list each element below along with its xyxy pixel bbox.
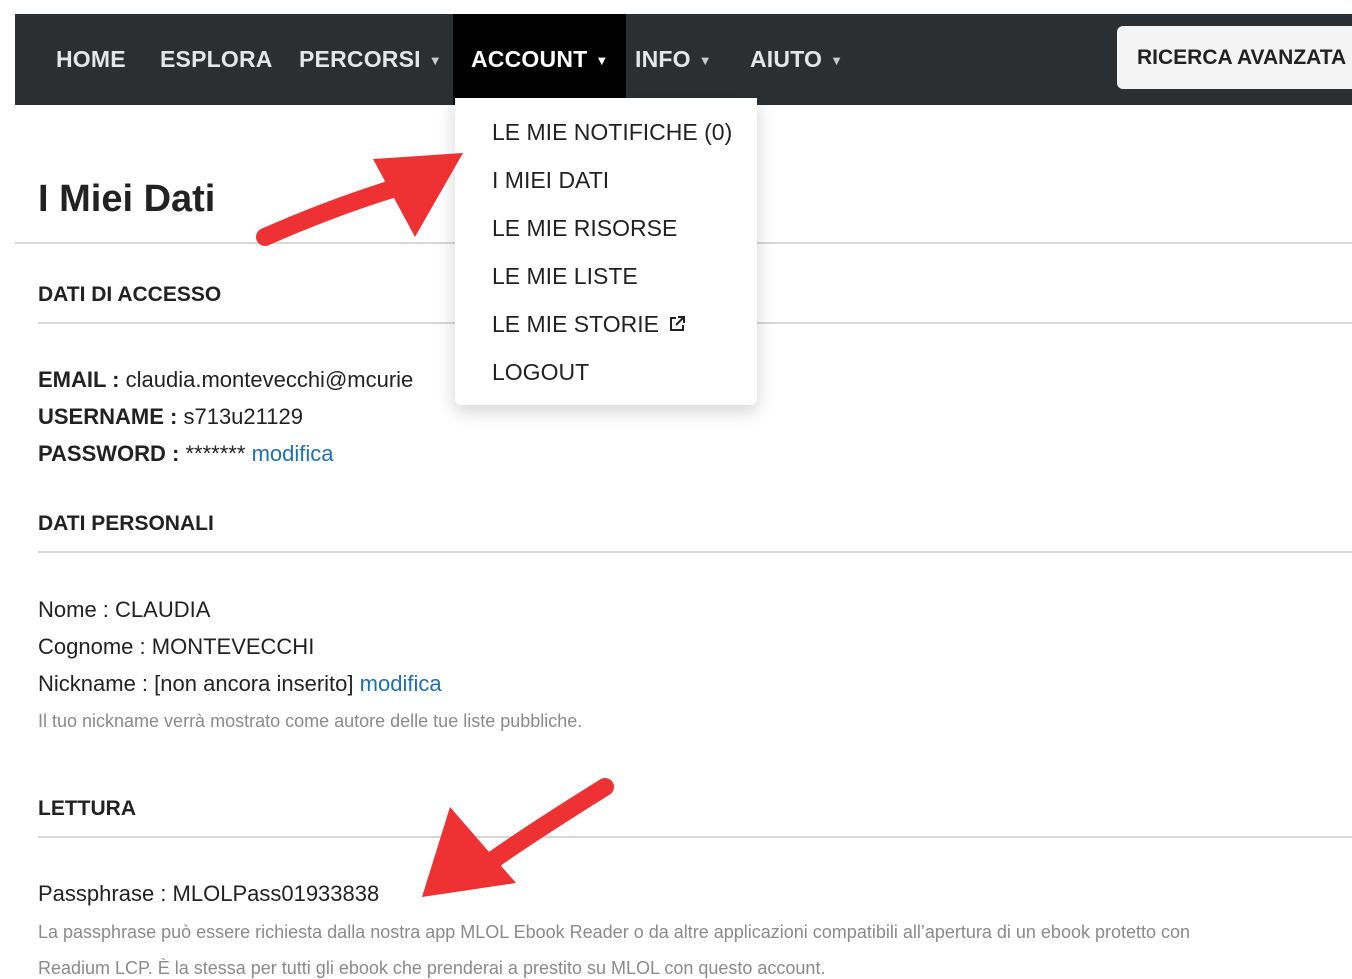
nickname-help-text: Il tuo nickname verrà mostrato come auto… [38, 711, 583, 731]
nav-aiuto-label: AIUTO [750, 46, 823, 72]
email-label: EMAIL : [38, 367, 120, 392]
nav-percorsi[interactable]: PERCORSI ▼ [299, 14, 442, 105]
field-nickname: Nickname : [non ancora inserito] modific… [38, 671, 442, 697]
nav-home[interactable]: HOME [56, 14, 126, 105]
menu-item-my-stories[interactable]: LE MIE STORIE [492, 311, 687, 340]
nome-value: CLAUDIA [115, 597, 211, 622]
nome-label: Nome : [38, 597, 109, 622]
red-arrow-icon [422, 778, 614, 897]
nav-account[interactable]: ACCOUNT ▼ [453, 14, 627, 105]
advanced-search-label: RICERCA AVANZATA [1137, 46, 1347, 69]
section-title-access: DATI DI ACCESSO [38, 283, 222, 306]
field-nome: Nome : CLAUDIA [38, 597, 210, 623]
page-title: I Miei Dati [38, 178, 216, 220]
nickname-value: [non ancora inserito] [154, 671, 354, 696]
menu-item-logout[interactable]: LOGOUT [492, 359, 589, 386]
field-username: USERNAME : s713u21129 [38, 404, 303, 430]
passphrase-label: Passphrase : [38, 881, 167, 906]
caret-down-icon: ▼ [595, 53, 609, 69]
cognome-label: Cognome : [38, 634, 146, 659]
username-label: USERNAME : [38, 404, 178, 429]
cognome-value: MONTEVECCHI [151, 634, 315, 659]
caret-down-icon: ▼ [830, 53, 844, 69]
red-arrow-icon [256, 153, 463, 246]
edit-password-link[interactable]: modifica [252, 441, 334, 466]
caret-down-icon: ▼ [428, 53, 442, 69]
field-email: EMAIL : claudia.montevecchi@mcurie [38, 367, 413, 393]
field-passphrase: Passphrase : MLOLPass01933838 [38, 881, 379, 907]
account-dropdown-menu: LE MIE NOTIFICHE (0) I MIEI DATI LE MIE … [455, 98, 757, 405]
external-link-icon [667, 313, 687, 340]
nav-esplora[interactable]: ESPLORA [160, 14, 273, 105]
edit-nickname-link[interactable]: modifica [360, 671, 442, 696]
nickname-label: Nickname : [38, 671, 149, 696]
password-label: PASSWORD : [38, 441, 180, 466]
section-title-personal: DATI PERSONALI [38, 512, 214, 535]
nav-info[interactable]: INFO ▼ [635, 14, 712, 105]
nav-home-label: HOME [56, 46, 126, 72]
nav-account-label: ACCOUNT [471, 46, 588, 72]
menu-item-my-resources[interactable]: LE MIE RISORSE [492, 215, 677, 242]
section-divider [38, 551, 1352, 553]
menu-item-notifications[interactable]: LE MIE NOTIFICHE (0) [492, 119, 732, 146]
nav-aiuto[interactable]: AIUTO ▼ [750, 14, 843, 105]
advanced-search-button[interactable]: RICERCA AVANZATA [1117, 26, 1352, 89]
passphrase-help-line-1: La passphrase può essere richiesta dalla… [38, 922, 1191, 942]
password-value: ******* [185, 441, 246, 466]
username-value: s713u21129 [183, 404, 303, 429]
field-password: PASSWORD : ******* modifica [38, 441, 333, 467]
menu-item-my-lists[interactable]: LE MIE LISTE [492, 263, 638, 290]
nav-info-label: INFO [635, 46, 691, 72]
nav-esplora-label: ESPLORA [160, 46, 273, 72]
section-divider [38, 836, 1352, 838]
caret-down-icon: ▼ [698, 53, 712, 69]
section-title-reading: LETTURA [38, 797, 136, 820]
passphrase-value: MLOLPass01933838 [172, 881, 380, 906]
menu-item-my-data[interactable]: I MIEI DATI [492, 167, 609, 194]
email-value: claudia.montevecchi@mcurie [125, 367, 414, 392]
passphrase-help-line-2: Readium LCP. È la stessa per tutti gli e… [38, 958, 826, 978]
menu-item-my-stories-label: LE MIE STORIE [492, 311, 660, 337]
field-cognome: Cognome : MONTEVECCHI [38, 634, 314, 660]
nav-percorsi-label: PERCORSI [299, 46, 421, 72]
